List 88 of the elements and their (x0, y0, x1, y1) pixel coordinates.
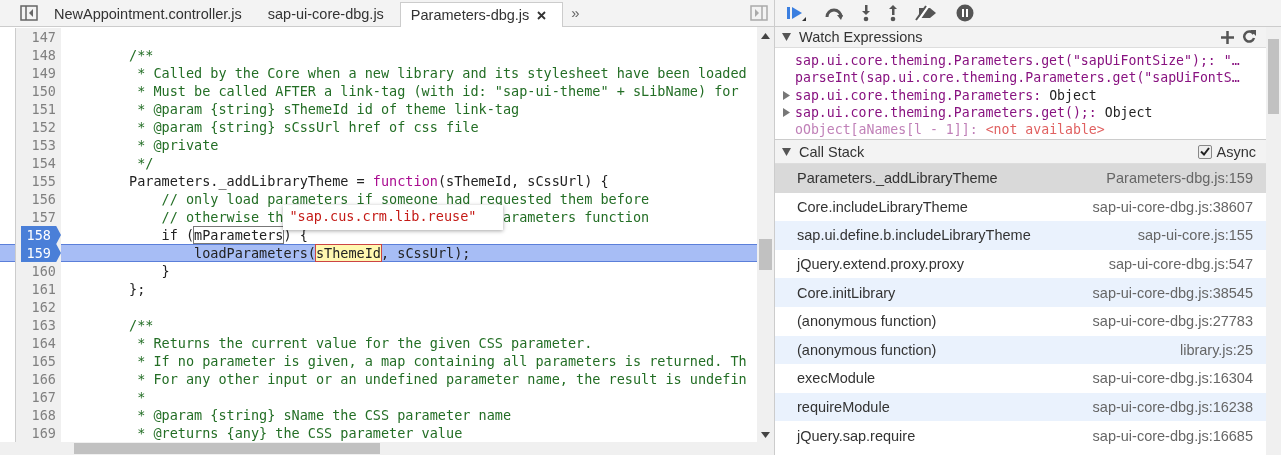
line-number: 166 (31, 370, 57, 388)
line-number: 154 (31, 154, 57, 172)
refresh-icon[interactable] (1242, 30, 1256, 44)
code-comment: * @param {string} sThemeId id of theme link-tag (136, 101, 520, 117)
panel-toggle-icon[interactable] (20, 5, 38, 21)
line-number: 162 (31, 298, 57, 316)
code-comment: arameters function (502, 209, 650, 225)
code-text: Parameters._addLibraryTheme = (128, 173, 366, 189)
collapse-icon[interactable] (782, 33, 791, 41)
call-frame[interactable]: (anonymous function) library.js:25 (775, 335, 1266, 365)
async-checkbox[interactable] (1197, 144, 1212, 159)
code-comment: * (136, 389, 146, 405)
code-keyword: function (372, 173, 438, 189)
section-header[interactable]: Call Stack Async (775, 139, 1266, 164)
breakpoint-marker[interactable]: 158 (21, 226, 61, 244)
code-comment: * @param {string} sName the CSS parameter name (136, 407, 512, 423)
line-number: 149 (31, 64, 57, 82)
step-over-icon[interactable] (824, 6, 844, 20)
file-tab[interactable]: NewAppointment.controller.js (44, 2, 258, 26)
code-comment: // only load parameters if someone had requested them before (160, 191, 650, 207)
watch-value: Object (1049, 86, 1097, 104)
resume-icon[interactable] (785, 4, 807, 22)
code-text: (sThemeId, sCssUrl) { (437, 173, 609, 189)
scrollbar-thumb[interactable] (1268, 39, 1279, 114)
scrollbar-thumb[interactable] (759, 239, 772, 270)
line-number: 168 (31, 406, 57, 424)
code-comment: /** (128, 47, 154, 63)
code-comment: */ (136, 155, 154, 171)
code-comment: * For any other input or an undefined parameter name, the result is undefin (136, 371, 747, 387)
code-comment: * Must be called AFTER a link-tag (with id: "sap-ui-theme" + sLibName) for (136, 83, 739, 99)
line-number: 155 (31, 172, 57, 190)
watch-value: Object (1104, 103, 1153, 122)
collapse-icon[interactable] (782, 147, 791, 156)
line-number: 164 (31, 334, 57, 352)
step-out-icon[interactable] (888, 4, 898, 22)
line-number: 163 (31, 316, 57, 334)
call-frame[interactable]: sap.ui.define.b.includeLibraryTheme sap-ui-core.js:155 (775, 221, 1266, 250)
line-number: 152 (31, 118, 57, 136)
code-comment: * @private (136, 137, 219, 153)
watch-expression: sap.ui.core.theming.Parameters: (795, 86, 1042, 104)
watch-expression: oObject[aNames[l - 1]]: (795, 121, 978, 139)
code-text: } (160, 263, 170, 279)
line-number: 165 (31, 352, 57, 370)
code-token: sThemeId (315, 245, 381, 261)
line-number: 157 (31, 208, 57, 226)
scroll-up-icon[interactable] (761, 33, 770, 39)
line-number: 169 (31, 424, 57, 442)
line-number: 156 (31, 190, 57, 208)
line-number: 160 (31, 262, 57, 280)
call-frame[interactable]: Parameters._addLibraryTheme Parameters-dbg.js:159 (775, 164, 1266, 193)
watch-expression: sap.ui.core.theming.Parameters.get("sapUiFontSize");: (795, 52, 1216, 70)
code-comment: * Returns the current value for the given CSS parameter. (136, 335, 593, 351)
watch-expression: parseInt(sap.ui.core.theming.Parameters.get("sapUiFontS… (795, 69, 1240, 87)
line-number: 148 (31, 46, 57, 64)
add-icon[interactable] (1221, 30, 1234, 44)
line-number: 161 (31, 280, 57, 298)
code-comment: // otherwise th (160, 209, 284, 225)
line-number: 147 (31, 28, 57, 46)
code-comment: * @param {string} sCssUrl href of css file (136, 119, 479, 135)
more-tabs-button[interactable]: » (563, 4, 588, 26)
watch-expression: sap.ui.core.theming.Parameters.get();: (795, 103, 1097, 122)
call-frame[interactable]: requireModule sap-ui-core-dbg.js:16238 (775, 392, 1266, 422)
watch-value: "… (1223, 52, 1240, 70)
scroll-down-icon[interactable] (761, 432, 770, 438)
code-text: loadParameters( (193, 245, 316, 261)
file-tab[interactable]: Parameters-dbg.js (399, 2, 564, 27)
file-tab[interactable]: sap-ui-core-dbg.js (257, 2, 400, 26)
code-comment: * @returns {any} the CSS parameter value (136, 425, 463, 441)
breakpoint-marker[interactable]: 159 (21, 244, 61, 262)
code-token: mParameters (194, 227, 284, 243)
section-header[interactable]: Watch Expressions (775, 27, 1266, 48)
value-tooltip: "sap.cus.crm.lib.reuse" (283, 205, 503, 230)
line-number: 150 (31, 82, 57, 100)
code-comment: * If no parameter is given, a map containing all parameters is returned. Th (136, 353, 747, 369)
code-text: }; (128, 281, 146, 297)
line-number: 151 (31, 100, 57, 118)
code-text: , sCssUrl); (381, 245, 471, 261)
watch-value: <not available> (985, 121, 1105, 139)
panel-toggle-icon[interactable] (750, 5, 768, 21)
call-frame[interactable]: Core.initLibrary sap-ui-core-dbg.js:38545 (775, 278, 1266, 307)
code-comment: /** (128, 317, 154, 333)
line-number: 153 (31, 136, 57, 154)
scrollbar-thumb[interactable] (74, 443, 380, 454)
step-into-icon[interactable] (861, 4, 871, 22)
close-icon[interactable] (537, 10, 547, 20)
line-number: 167 (31, 388, 57, 406)
code-comment: * Called by the Core when a new library and its stylesheet have been loaded (136, 65, 747, 81)
pause-icon[interactable] (956, 4, 974, 22)
